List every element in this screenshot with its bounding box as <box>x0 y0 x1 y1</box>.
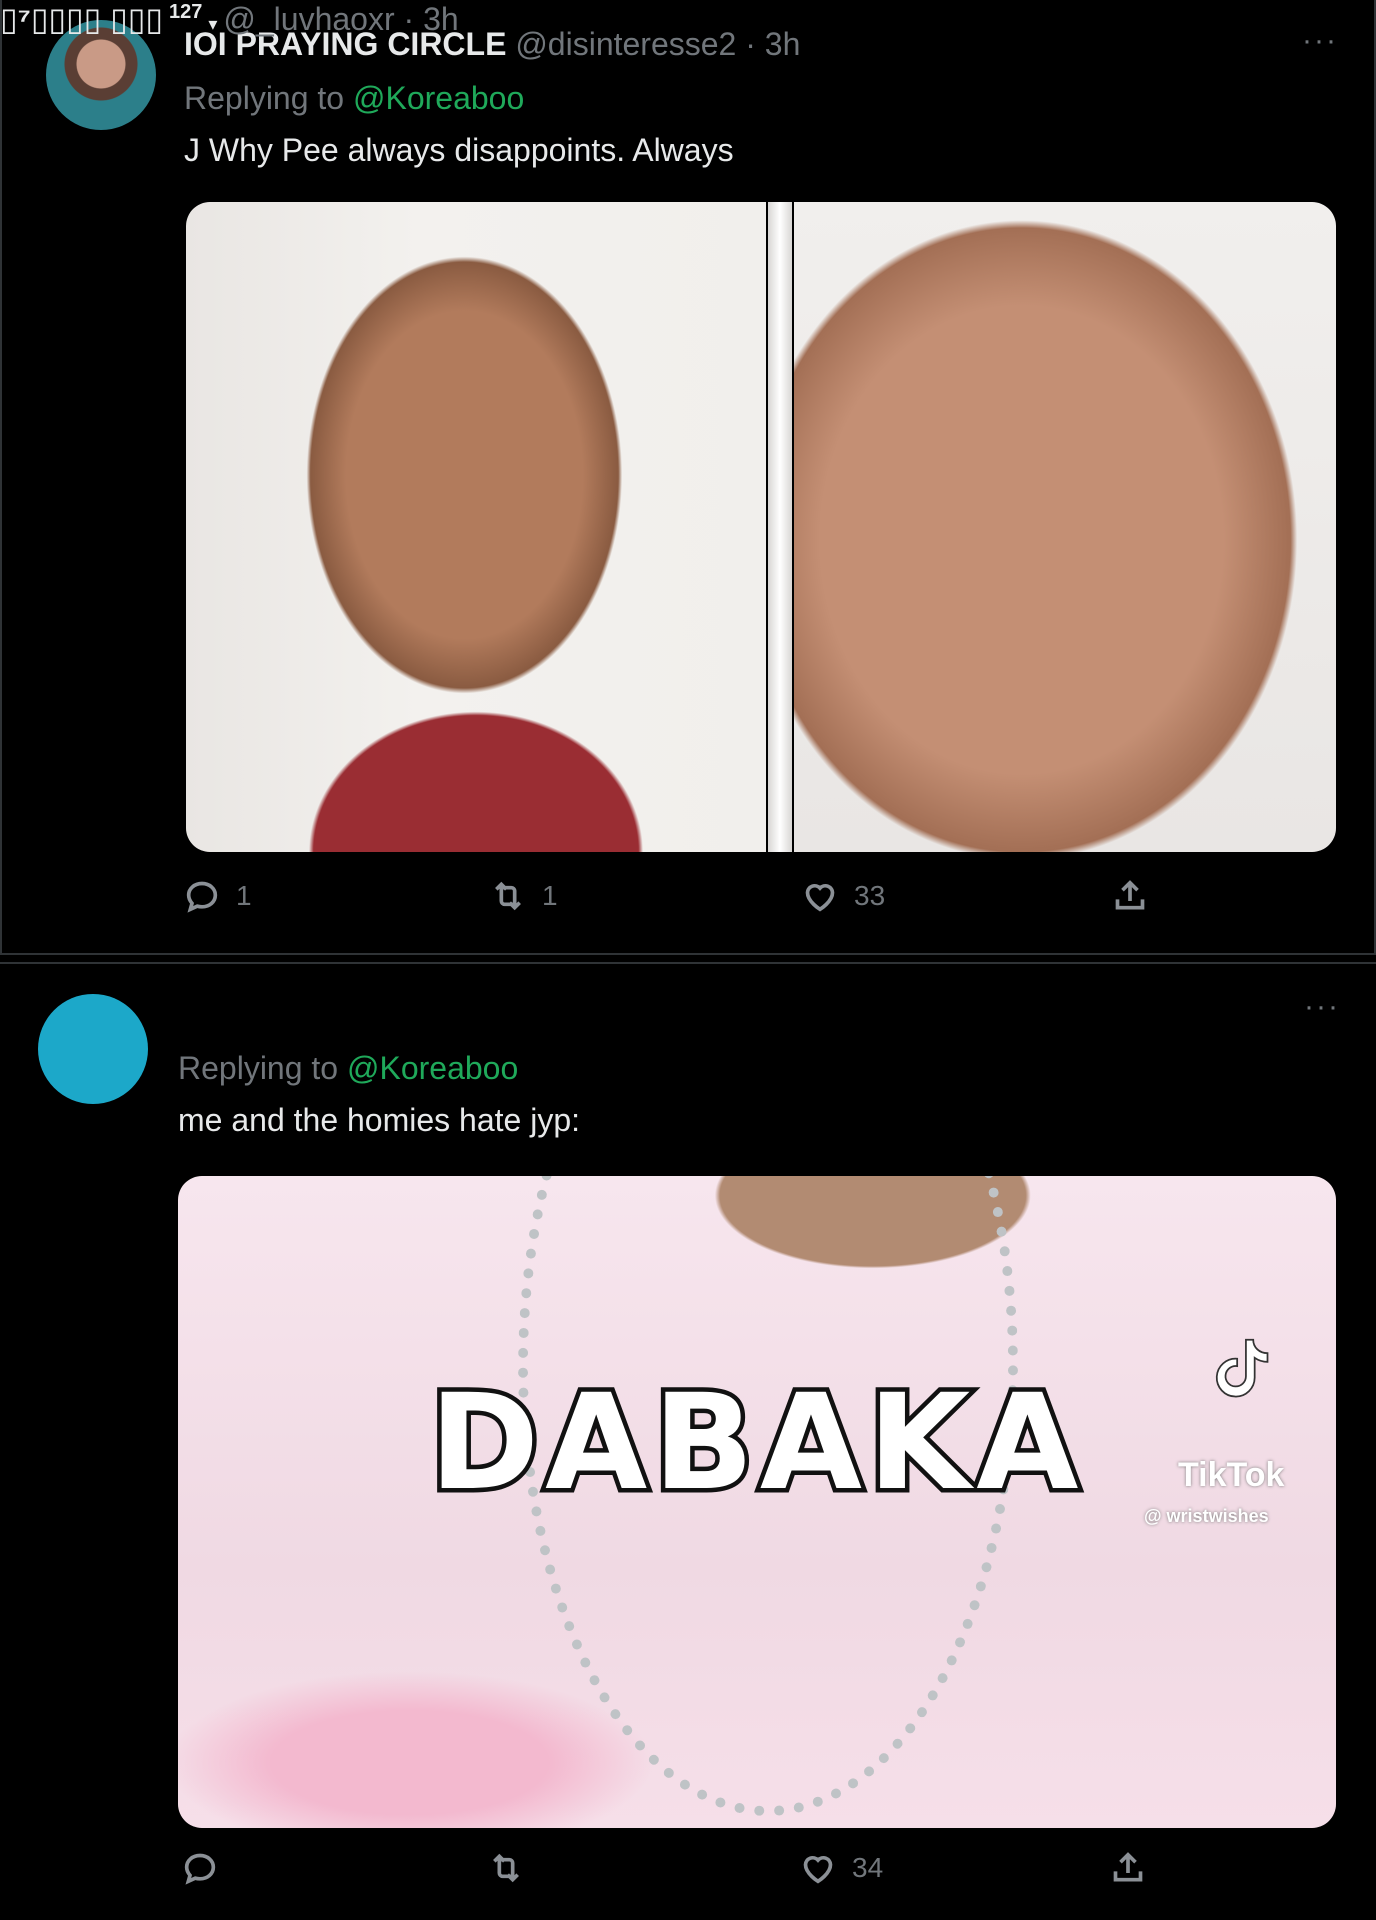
timestamp[interactable]: 3h <box>765 26 801 62</box>
replying-prefix: Replying to <box>178 1050 339 1086</box>
tiktok-icon <box>1215 1338 1269 1398</box>
reply-count: 1 <box>236 880 252 911</box>
tweet-media[interactable]: DABAKA TikTok @ wristwishes <box>178 1176 1336 1828</box>
verified-badge: 127 <box>168 1 203 24</box>
handle[interactable]: @_luvhaoxr <box>223 1 394 37</box>
media-divider <box>768 202 792 852</box>
tweet-text: me and the homies hate jyp: <box>178 1102 581 1138</box>
more-options-icon[interactable]: ··· <box>1302 24 1338 58</box>
display-name[interactable]: ▯⁷▯▯▯▯ ▯▯▯ <box>0 1 163 37</box>
retweet-button[interactable] <box>486 1848 540 1888</box>
tweet-1[interactable]: IOI PRAYING CIRCLE @disinteresse2 · 3h ·… <box>0 0 1376 955</box>
tweet-media[interactable] <box>186 202 1336 852</box>
share-icon <box>1113 1852 1143 1882</box>
like-button[interactable]: 34 <box>798 1848 883 1888</box>
like-count: 33 <box>854 880 886 911</box>
handle[interactable]: @disinteresse2 <box>515 26 736 62</box>
reply-icon <box>184 1853 216 1885</box>
dropdown-icon: ▾ <box>208 14 218 34</box>
mention-link[interactable]: @Koreaboo <box>353 80 524 116</box>
tweet-actions: 1 1 33 <box>2 876 1376 936</box>
timestamp[interactable]: 3h <box>423 1 459 37</box>
like-button[interactable]: 33 <box>800 876 885 916</box>
separator: · <box>403 1 415 37</box>
reply-button[interactable] <box>180 1848 234 1888</box>
replying-to: Replying to @Koreaboo <box>178 1050 518 1087</box>
separator: · <box>745 26 756 62</box>
tiktok-username: @ wristwishes <box>1144 1506 1269 1526</box>
retweet-icon <box>495 881 521 911</box>
retweet-button[interactable]: 1 <box>488 876 558 916</box>
retweet-icon <box>493 1853 519 1883</box>
share-icon <box>1115 880 1145 910</box>
replying-to: Replying to @Koreaboo <box>184 80 524 117</box>
mention-link[interactable]: @Koreaboo <box>347 1050 518 1086</box>
photo-left[interactable] <box>186 202 766 852</box>
more-options-icon[interactable]: ··· <box>1304 990 1340 1024</box>
reply-icon <box>186 881 218 913</box>
like-icon <box>805 883 835 912</box>
media-caption: DABAKA <box>425 1362 1085 1525</box>
tweet-2[interactable]: ··· Replying to @Koreaboo me and the hom… <box>0 962 1376 1920</box>
photo-right[interactable] <box>794 202 1336 852</box>
share-button[interactable] <box>1110 876 1150 916</box>
share-button[interactable] <box>1108 1848 1148 1888</box>
like-icon <box>803 1855 833 1884</box>
tweet-header: ▯⁷▯▯▯▯ ▯▯▯ 127▾ @_luvhaoxr · 3h <box>0 0 459 38</box>
tweet-text: J Why Pee always disappoints. Always <box>184 132 734 168</box>
tiktok-watermark: TikTok <box>1178 1456 1285 1494</box>
like-count: 34 <box>852 1852 884 1883</box>
avatar[interactable] <box>38 994 148 1104</box>
reply-button[interactable]: 1 <box>182 876 252 916</box>
retweet-count: 1 <box>542 880 558 911</box>
replying-prefix: Replying to <box>184 80 345 116</box>
tweet-actions: 34 <box>0 1848 1376 1908</box>
